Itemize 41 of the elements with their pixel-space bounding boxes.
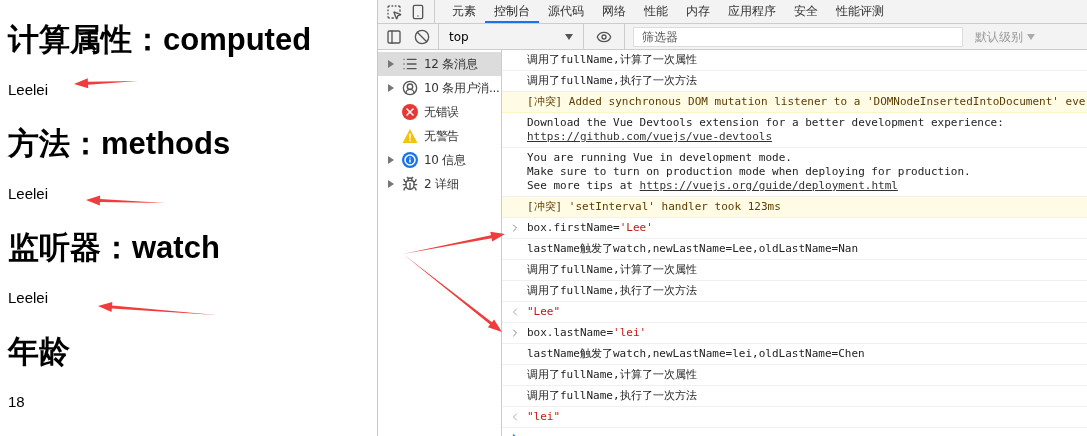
console-link[interactable]: https://github.com/vuejs/vue-devtools xyxy=(527,130,773,144)
section-heading: 方法：methods xyxy=(8,125,232,163)
devtools-tab[interactable]: 性能评测 xyxy=(827,0,893,23)
string-value: "lei" xyxy=(527,410,561,424)
context-select[interactable]: top xyxy=(439,24,584,49)
console-text: lastName触发了watch,newLastName=Lee,oldLastName=Nan xyxy=(527,242,858,256)
string-value: 'lei' xyxy=(613,326,647,340)
section-value: Leelei xyxy=(8,288,49,308)
section-value: Leelei xyxy=(8,184,49,204)
devtools-tab[interactable]: 源代码 xyxy=(539,0,593,23)
console-text: 调用了fullName,计算了一次属性 xyxy=(527,368,697,382)
sidebar-item[interactable]: 12 条消息 xyxy=(378,52,501,76)
console-text: 调用了fullName,计算了一次属性 xyxy=(527,53,697,67)
section-heading: 年龄 xyxy=(8,333,71,371)
devtools-tab[interactable]: 性能 xyxy=(635,0,677,23)
devtools-tab[interactable]: 应用程序 xyxy=(719,0,785,23)
console-text: Download the Vue Devtools extension for a better development experience: xyxy=(527,116,1004,130)
console-text: 调用了fullName,计算了一次属性 xyxy=(527,263,697,277)
filter-field[interactable]: 筛选器 xyxy=(633,26,963,47)
console-text: 调用了fullName,执行了一次方法 xyxy=(527,389,697,403)
console-text: box.firstName= xyxy=(527,221,620,235)
console-text: Make sure to turn on production mode when deploying for production. xyxy=(527,165,971,179)
console-text: box.lastName= xyxy=(527,326,614,340)
console-text: lastName触发了watch,newLastName=lei,oldLastName=Chen xyxy=(527,347,865,361)
devtools-tab[interactable]: 内存 xyxy=(677,0,719,23)
section-heading: 监听器：watch xyxy=(8,229,221,267)
devtools-tab[interactable]: 网络 xyxy=(593,0,635,23)
console-text: See more tips at xyxy=(527,179,634,193)
console-text: [冲突] 'setInterval' handler took 123ms xyxy=(527,200,781,214)
devtools-tab[interactable]: 元素 xyxy=(443,0,485,23)
section-value: 18 xyxy=(8,392,25,412)
console-text: [冲突] Added synchronous DOM mutation listener to a 'DOMNodeInsertedIntoDocument' eve xyxy=(527,95,1086,109)
console-text: 调用了fullName,执行了一次方法 xyxy=(527,284,697,298)
section-value: Leelei xyxy=(8,80,49,100)
devtools-tab[interactable]: 安全 xyxy=(785,0,827,23)
section-heading: 计算属性：computed xyxy=(8,21,313,59)
console-link[interactable]: https://vuejs.org/guide/deployment.html xyxy=(639,179,898,193)
string-value: "Lee" xyxy=(527,305,561,319)
console-text: You are running Vue in development mode. xyxy=(527,151,792,165)
string-value: 'Lee' xyxy=(619,221,653,235)
console-text: 调用了fullName,执行了一次方法 xyxy=(527,74,697,88)
